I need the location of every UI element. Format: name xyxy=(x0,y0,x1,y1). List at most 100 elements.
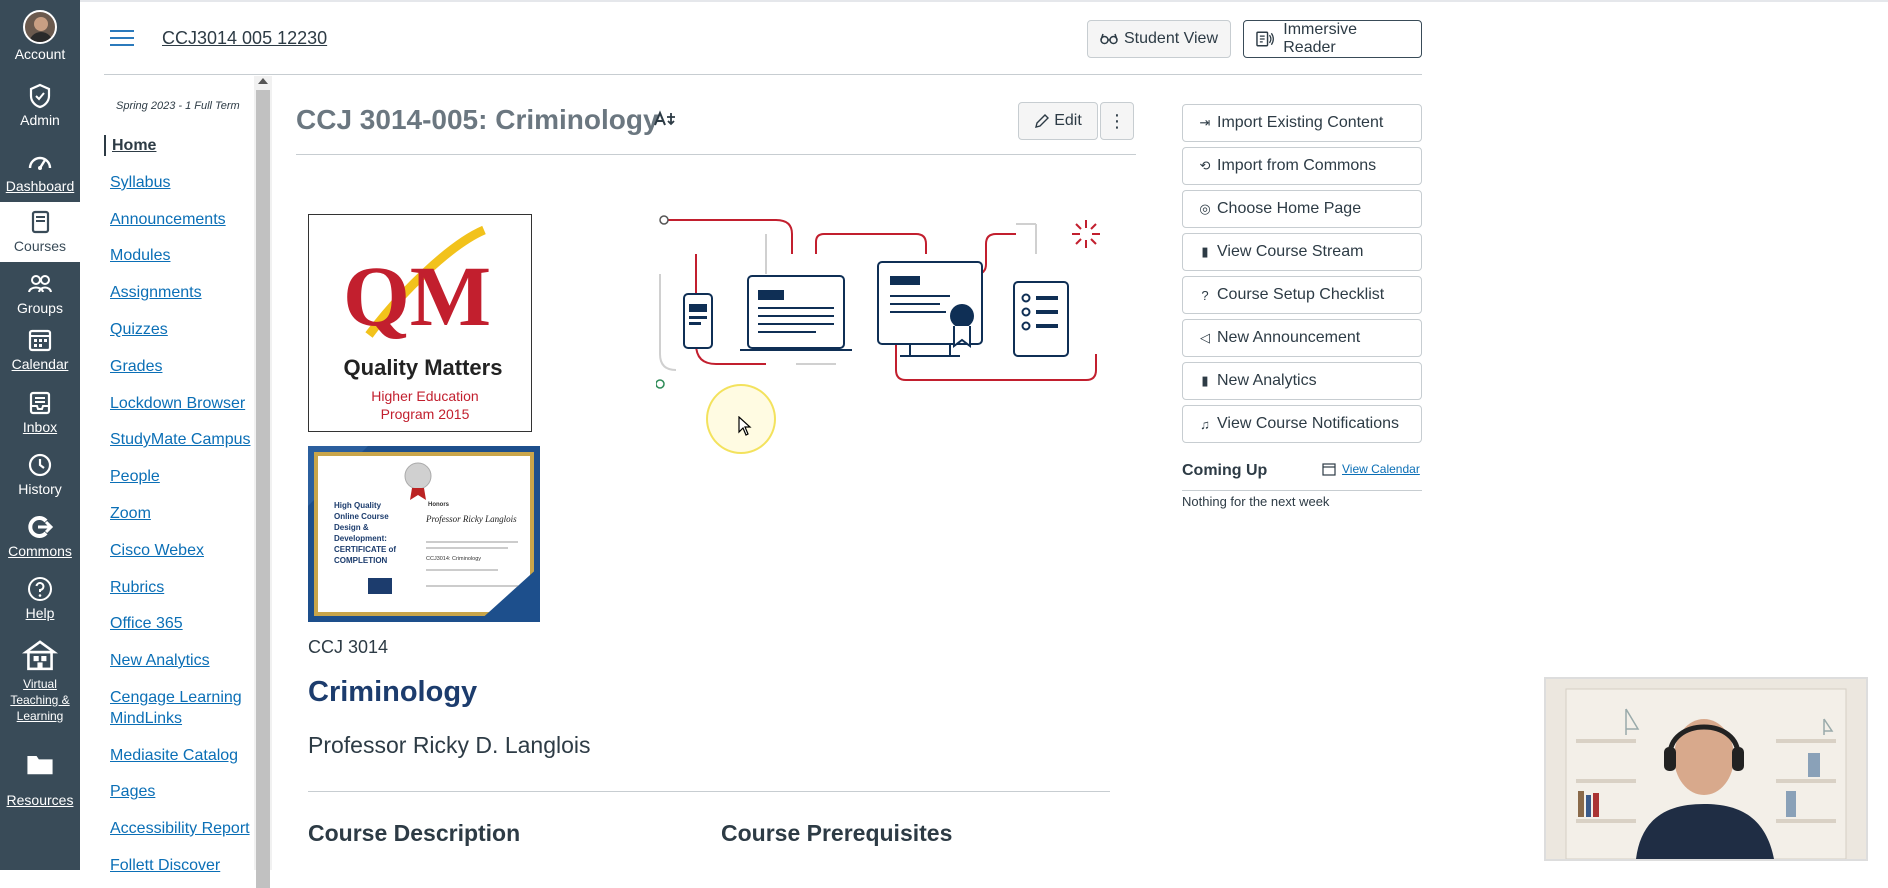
global-nav-inbox[interactable]: Inbox xyxy=(0,389,80,441)
global-nav-label: History xyxy=(18,481,62,497)
new-analytics-button[interactable]: ▮ New Analytics xyxy=(1182,362,1422,400)
course-nav-mediasite[interactable]: Mediasite Catalog xyxy=(110,745,238,766)
dashboard-icon xyxy=(28,156,52,170)
clock-icon xyxy=(28,453,52,477)
global-nav-courses[interactable]: Courses xyxy=(0,202,80,262)
course-setup-checklist-button[interactable]: ? Course Setup Checklist xyxy=(1182,276,1422,314)
commons-icon xyxy=(28,516,54,538)
course-description-heading: Course Description xyxy=(308,820,521,846)
help-icon xyxy=(28,577,52,601)
course-nav-pages[interactable]: Pages xyxy=(110,781,155,802)
qm-letters: QM xyxy=(343,248,491,344)
course-nav-webex[interactable]: Cisco Webex xyxy=(110,540,204,561)
student-view-button[interactable]: Student View xyxy=(1087,20,1231,58)
sidebar-button-label: Import from Commons xyxy=(1217,157,1377,174)
more-options-button[interactable]: ⋮ xyxy=(1100,102,1134,140)
cert-left-line: COMPLETION xyxy=(334,556,388,565)
course-nav-announcements[interactable]: Announcements xyxy=(110,209,226,230)
global-nav-history[interactable]: History xyxy=(0,451,80,503)
global-nav-virtual-teaching[interactable]: Virtual Teaching & Learning xyxy=(0,638,80,730)
sidebar-button-label: New Announcement xyxy=(1217,329,1361,346)
bell-icon: ♫ xyxy=(1200,416,1210,432)
target-icon: ◎ xyxy=(1199,201,1211,216)
webcam-overlay xyxy=(1544,677,1868,861)
content-divider xyxy=(308,791,1110,792)
view-calendar-label: View Calendar xyxy=(1342,462,1420,476)
course-nav-grades[interactable]: Grades xyxy=(110,356,162,377)
global-nav-label: Commons xyxy=(8,543,72,559)
global-nav-resources[interactable]: Resources xyxy=(0,748,80,812)
global-nav-commons[interactable]: Commons xyxy=(0,513,80,565)
global-nav: Account Admin Dashboard Courses Groups C… xyxy=(0,0,80,870)
scroll-up-icon[interactable] xyxy=(258,78,268,84)
course-nav-studymate[interactable]: StudyMate Campus xyxy=(110,429,251,450)
sidebar-button-label: View Course Stream xyxy=(1217,243,1364,260)
sidebar-button-label: View Course Notifications xyxy=(1217,415,1400,432)
import-from-commons-button[interactable]: ⟲ Import from Commons xyxy=(1182,147,1422,185)
course-nav: Spring 2023 - 1 Full Term Home Syllabus … xyxy=(104,76,254,874)
inbox-icon xyxy=(29,391,51,415)
quality-matters-logo: QM Quality Matters Higher Education Prog… xyxy=(343,225,502,422)
calendar-icon xyxy=(1322,463,1336,476)
course-nav-scrollbar[interactable] xyxy=(254,76,272,888)
global-nav-label: Resources xyxy=(6,792,74,808)
view-course-stream-button[interactable]: ▮ View Course Stream xyxy=(1182,233,1422,271)
global-nav-admin[interactable]: Admin xyxy=(0,82,80,134)
global-nav-label: Admin xyxy=(20,112,60,128)
course-nav-people[interactable]: People xyxy=(110,466,160,487)
course-nav-follett[interactable]: Follett Discover xyxy=(110,855,220,876)
global-nav-label: Groups xyxy=(17,300,63,316)
breadcrumb[interactable]: CCJ3014 005 12230 xyxy=(162,28,327,49)
course-nav-quizzes[interactable]: Quizzes xyxy=(110,319,168,340)
course-nav-rubrics[interactable]: Rubrics xyxy=(110,577,164,598)
new-announcement-button[interactable]: ◁ New Announcement xyxy=(1182,319,1422,357)
course-nav-new-analytics[interactable]: New Analytics xyxy=(110,650,210,671)
view-calendar-link[interactable]: View Calendar xyxy=(1322,462,1420,476)
edit-button[interactable]: Edit xyxy=(1018,102,1098,140)
building-icon xyxy=(22,640,58,671)
sidebar-button-label: Course Setup Checklist xyxy=(1217,286,1385,303)
top-border xyxy=(0,0,1888,2)
mouse-cursor-icon xyxy=(738,416,752,436)
global-nav-account[interactable]: Account xyxy=(0,10,80,68)
immersive-reader-button[interactable]: Immersive Reader xyxy=(1243,20,1422,58)
global-nav-help[interactable]: Help xyxy=(0,575,80,627)
avatar xyxy=(23,10,57,44)
global-nav-calendar[interactable]: Calendar xyxy=(0,326,80,378)
cert-left-line: Online Course xyxy=(334,512,389,521)
cert-left-line: CERTIFICATE of xyxy=(334,545,396,554)
choose-home-page-button[interactable]: ◎ Choose Home Page xyxy=(1182,190,1422,228)
view-course-notifications-button[interactable]: ♫ View Course Notifications xyxy=(1182,405,1422,443)
course-nav-accessibility-report[interactable]: Accessibility Report xyxy=(110,818,250,839)
course-nav-modules[interactable]: Modules xyxy=(110,245,170,266)
immersive-reader-icon xyxy=(1256,31,1274,47)
page-title: CCJ 3014-005: Criminology xyxy=(296,104,659,135)
course-nav-cengage[interactable]: Cengage Learning MindLinks xyxy=(110,687,254,729)
course-nav-assignments[interactable]: Assignments xyxy=(110,282,202,303)
global-nav-label: Virtual Teaching & Learning xyxy=(10,677,70,723)
import-existing-content-button[interactable]: ⇥ Import Existing Content xyxy=(1182,104,1422,142)
course-nav-zoom[interactable]: Zoom xyxy=(110,503,151,524)
folder-icon xyxy=(27,756,53,775)
course-nav-lockdown-browser[interactable]: Lockdown Browser xyxy=(110,393,245,414)
course-name: Criminology xyxy=(308,676,478,708)
coming-up-divider xyxy=(1182,490,1422,491)
immersive-reader-icon[interactable] xyxy=(654,110,676,128)
student-view-label: Student View xyxy=(1124,30,1218,47)
import-icon: ⇥ xyxy=(1199,115,1211,130)
cert-honors: Honors xyxy=(428,502,450,508)
scrollbar-thumb[interactable] xyxy=(256,90,270,888)
question-icon: ? xyxy=(1201,287,1209,303)
course-nav-office365[interactable]: Office 365 xyxy=(110,613,183,634)
shield-icon xyxy=(29,83,51,109)
course-nav-home[interactable]: Home xyxy=(104,135,156,156)
global-nav-dashboard[interactable]: Dashboard xyxy=(0,148,80,200)
cert-course: CCJ3014: Criminology xyxy=(426,556,481,562)
course-nav-syllabus[interactable]: Syllabus xyxy=(110,172,170,193)
immersive-reader-label: Immersive Reader xyxy=(1283,21,1358,56)
course-menu-toggle[interactable] xyxy=(110,30,134,48)
header-divider xyxy=(104,74,1422,75)
groups-icon xyxy=(28,275,52,293)
cert-left-line: Design & xyxy=(334,523,369,532)
global-nav-groups[interactable]: Groups xyxy=(0,270,80,322)
